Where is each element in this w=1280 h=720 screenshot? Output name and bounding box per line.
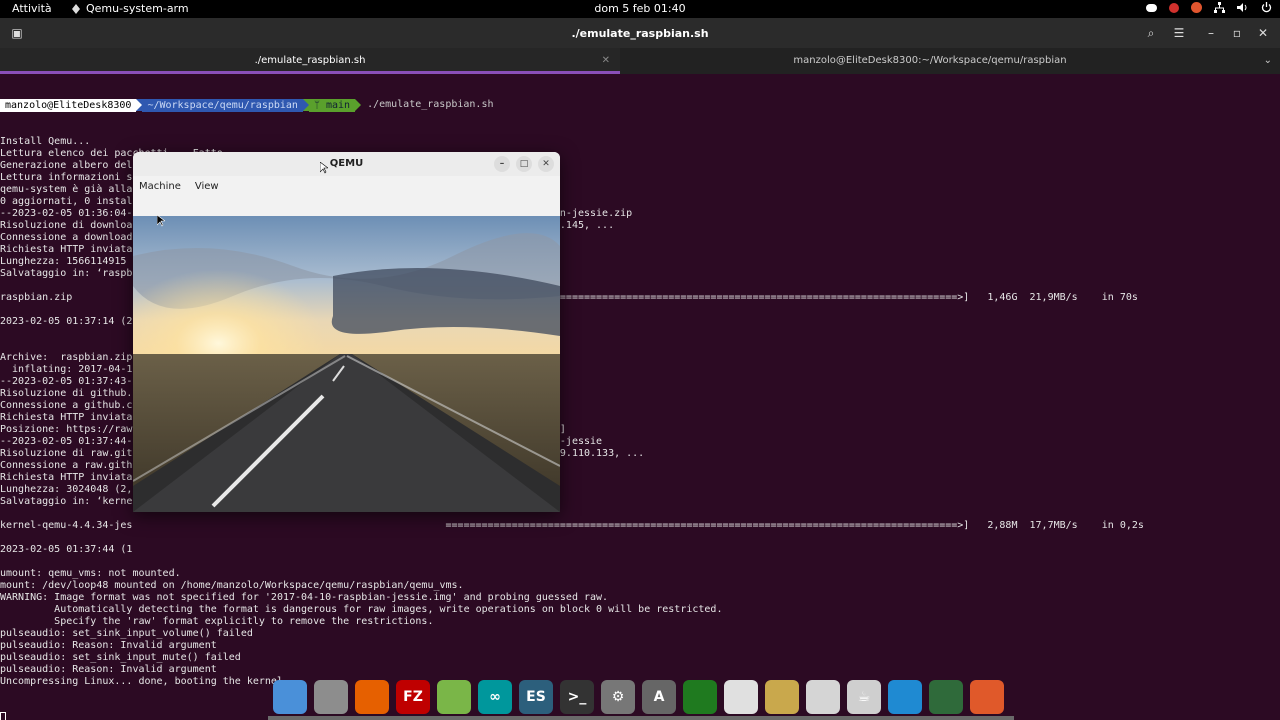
dock-icon-glyph: ☕ — [857, 689, 871, 705]
prompt-command: ./emulate_raspbian.sh — [367, 99, 494, 110]
tab-emulate-raspbian[interactable]: ./emulate_raspbian.sh ✕ — [0, 48, 620, 74]
3d-cube-icon[interactable] — [437, 680, 471, 714]
search-icon[interactable]: ⌕ — [1140, 23, 1162, 43]
tab-label: manzolo@EliteDesk8300:~/Workspace/qemu/r… — [793, 55, 1067, 66]
clock[interactable]: dom 5 feb 01:40 — [0, 2, 1280, 15]
terminal-line: pulseaudio: Reason: Invalid argument — [0, 640, 217, 651]
mouse-pointer-icon — [320, 162, 328, 174]
prompt-branch: ᛘ main — [308, 98, 356, 112]
menu-view[interactable]: View — [195, 181, 219, 192]
vscode-icon[interactable] — [888, 680, 922, 714]
java-coffee-icon[interactable]: ☕ — [847, 680, 881, 714]
prompt-user: manzolo@EliteDesk8300 — [0, 98, 137, 112]
app-menu[interactable]: Qemu-system-arm — [72, 2, 189, 15]
tabs-dropdown-icon[interactable]: ⌄ — [1264, 48, 1272, 74]
settings-gear-icon[interactable]: ⚙ — [601, 680, 635, 714]
app-icon — [72, 3, 80, 14]
qemu-window: QEMU – □ ✕ Machine View — [133, 152, 560, 512]
dock-icon-glyph: FZ — [403, 689, 423, 705]
road-landscape-image — [133, 216, 560, 512]
power-icon[interactable] — [1261, 2, 1272, 13]
qemu-titlebar[interactable]: QEMU – □ ✕ — [133, 152, 560, 176]
terminal-line: mount: /dev/loop48 mounted on /home/manz… — [0, 580, 464, 591]
es-icon[interactable]: ES — [519, 680, 553, 714]
terminal-cursor — [0, 712, 6, 720]
minimize-icon[interactable]: – — [1200, 23, 1222, 43]
bird-icon[interactable] — [970, 680, 1004, 714]
dock-indicator-bar — [268, 716, 1014, 720]
activities-button[interactable]: Attività — [12, 2, 52, 15]
terminal-icon[interactable]: >_ — [560, 680, 594, 714]
terminal-line: Install Qemu... — [0, 136, 91, 147]
dock: FZ ∞ ES >_ ⚙ A ☕ — [268, 674, 1014, 720]
network-icon[interactable] — [1214, 2, 1225, 13]
file-manager-icon[interactable] — [314, 680, 348, 714]
dock-icon-glyph: ES — [526, 689, 546, 705]
terminal-line: pulseaudio: set_sink_input_mute() failed — [0, 652, 241, 663]
spreadsheet-icon[interactable] — [765, 680, 799, 714]
close-icon[interactable]: ✕ — [1252, 23, 1274, 43]
maximize-icon[interactable]: ▫ — [1226, 23, 1248, 43]
firefox-icon[interactable] — [355, 680, 389, 714]
globe-icon[interactable] — [929, 680, 963, 714]
maximize-icon[interactable]: □ — [516, 156, 532, 172]
dock-icon-glyph: A — [653, 689, 665, 705]
dock-icon-glyph: ∞ — [489, 689, 501, 705]
volume-icon[interactable] — [1237, 2, 1249, 13]
filezilla-icon[interactable]: FZ — [396, 680, 430, 714]
terminal-line: kernel-qemu-4.4.34-jes =================… — [0, 520, 1144, 531]
red-tray-icon[interactable] — [1169, 2, 1179, 13]
app-store-icon[interactable]: A — [642, 680, 676, 714]
qemu-toolbar-area — [133, 196, 560, 216]
tab-close-icon[interactable]: ✕ — [602, 48, 610, 74]
tab-label: ./emulate_raspbian.sh — [254, 55, 366, 66]
menu-machine[interactable]: Machine — [139, 181, 181, 192]
hamburger-menu-icon[interactable]: ☰ — [1168, 23, 1190, 43]
arduino-icon[interactable]: ∞ — [478, 680, 512, 714]
terminal-tab-bar: ./emulate_raspbian.sh ✕ manzolo@EliteDes… — [0, 48, 1280, 74]
prompt-path: ~/Workspace/qemu/raspbian — [142, 98, 303, 112]
terminal-title: ./emulate_raspbian.sh — [571, 27, 709, 40]
close-icon[interactable]: ✕ — [538, 156, 554, 172]
terminal-line: 2023-02-05 01:37:44 (1 — [0, 544, 133, 555]
terminal-line: Specify the 'raw' format explicitly to r… — [0, 616, 434, 627]
terminal-line: umount: qemu_vms: not mounted. — [0, 568, 181, 579]
cloud-icon[interactable] — [1146, 3, 1157, 12]
qemu-menubar: Machine View — [133, 176, 560, 196]
system-tray — [1146, 2, 1272, 13]
tab-workspace[interactable]: manzolo@EliteDesk8300:~/Workspace/qemu/r… — [620, 48, 1240, 74]
app-menu-label: Qemu-system-arm — [86, 2, 189, 15]
mouse-pointer-icon — [157, 215, 165, 227]
top-bar: Attività Qemu-system-arm dom 5 feb 01:40 — [0, 0, 1280, 18]
orange-tray-icon[interactable] — [1191, 2, 1202, 13]
terminal-header-bar: ▣ ./emulate_raspbian.sh ⌕ ☰ – ▫ ✕ — [0, 18, 1280, 48]
minimize-icon[interactable]: – — [494, 156, 510, 172]
dock-icon-glyph: ⚙ — [611, 689, 625, 705]
dock-icon-glyph: >_ — [567, 689, 587, 705]
files-folder-icon[interactable] — [273, 680, 307, 714]
clock-icon[interactable] — [724, 680, 758, 714]
trash-icon[interactable] — [806, 680, 840, 714]
qemu-display[interactable] — [133, 216, 560, 512]
green-sphere-icon[interactable] — [683, 680, 717, 714]
terminal-line: WARNING: Image format was not specified … — [0, 592, 609, 603]
terminal-line: pulseaudio: set_sink_input_volume() fail… — [0, 628, 253, 639]
shell-prompt: manzolo@EliteDesk8300 ~/Workspace/qemu/r… — [0, 98, 1280, 112]
new-tab-icon[interactable]: ▣ — [6, 23, 28, 43]
terminal-line: Automatically detecting the format is da… — [0, 604, 723, 615]
